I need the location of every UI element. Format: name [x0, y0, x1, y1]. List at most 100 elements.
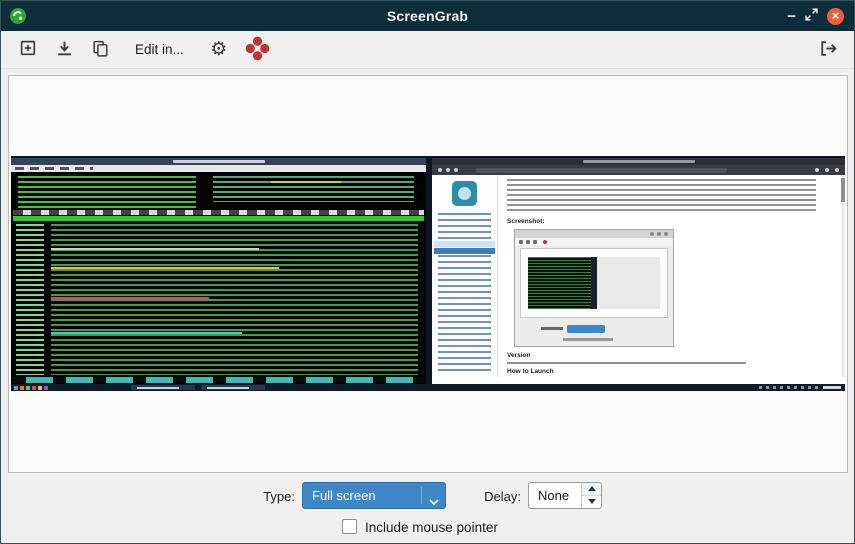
window-title: ScreenGrab [1, 8, 854, 24]
delay-spin-buttons [581, 483, 601, 508]
include-pointer-label: Include mouse pointer [365, 520, 498, 535]
titlebar[interactable]: ScreenGrab − × [1, 1, 854, 31]
htop-pid-column [16, 224, 44, 375]
embedded-type-combobox [567, 325, 605, 333]
chevron-down-icon [429, 493, 439, 511]
embedded-toolbar-icon [526, 240, 530, 244]
delay-label: Delay: [471, 489, 521, 504]
reload-icon [454, 168, 458, 172]
browser-menu-icon [815, 168, 819, 172]
terminal-text-row [51, 248, 259, 250]
embedded-toolbar-icon [533, 240, 537, 244]
lubuntu-manual-logo [452, 181, 477, 206]
embedded-type-label [541, 327, 563, 330]
screenshot-preview: Screenshot: [11, 156, 845, 391]
taskbar-window-label [137, 387, 179, 389]
close-icon: × [832, 9, 840, 22]
embedded-thumbnail-terminal [528, 257, 591, 309]
close-button[interactable]: × [827, 8, 844, 25]
taskbar-window-button [131, 385, 195, 390]
embedded-maximize-icon [657, 232, 661, 236]
screengrab-window: ScreenGrab − × Edit in... ⚙ [0, 0, 855, 544]
delay-spin-down[interactable] [582, 496, 601, 509]
spin-up-icon [588, 486, 596, 491]
settings-button[interactable]: ⚙ [204, 35, 234, 65]
spin-down-icon [588, 499, 596, 504]
sidebar-selected-item [434, 248, 495, 254]
type-label: Type: [253, 489, 295, 504]
lubuntu-manual-logo-inner [458, 187, 471, 200]
page-heading-version: Version [507, 353, 530, 360]
forward-icon [446, 168, 450, 172]
taskbar-tray-icons [759, 386, 819, 389]
htop-column-header [13, 210, 424, 215]
terminal-titlebar [11, 158, 426, 165]
include-pointer-checkbox[interactable] [342, 519, 357, 534]
sidebar-highlighted-item [434, 241, 495, 247]
combo-separator [421, 487, 422, 504]
browser-toolbar [432, 165, 845, 175]
settings-gear-icon: ⚙ [210, 40, 227, 59]
browser-sidebar [432, 175, 498, 377]
browser-titlebar [432, 158, 845, 165]
terminal-text-row [51, 267, 279, 269]
delay-value: None [538, 488, 569, 503]
htop-function-key-bar [13, 377, 424, 383]
embedded-logo-icon [543, 240, 547, 244]
back-icon [438, 168, 442, 172]
save-button[interactable] [49, 35, 79, 65]
terminal-window [11, 158, 426, 384]
preview-area: Screenshot: [8, 75, 848, 473]
browser-menu-icon [835, 168, 839, 172]
embedded-preview-pane [520, 248, 668, 318]
taskbar-app-icons [14, 386, 54, 390]
htop-process-rows [51, 224, 418, 375]
embedded-titlebar [515, 230, 673, 238]
about-screengrab-button[interactable] [240, 34, 276, 66]
terminal-text-row [51, 297, 209, 299]
minimize-button[interactable]: − [787, 9, 796, 24]
embedded-checkbox-row [563, 338, 613, 341]
toolbar: Edit in... ⚙ [1, 31, 854, 69]
embedded-close-icon [664, 232, 668, 236]
htop-load-average [271, 181, 341, 183]
htop-selected-row [13, 216, 424, 221]
page-heading-how-to-launch: How to Launch [507, 369, 554, 376]
type-select-value: Full screen [312, 488, 376, 503]
new-screenshot-icon [19, 39, 38, 61]
page-paragraph [507, 179, 816, 213]
delay-spinbox[interactable]: None [528, 482, 602, 509]
browser-window: Screenshot: [432, 158, 845, 384]
delay-spin-up[interactable] [582, 483, 601, 496]
terminal-title-text [173, 160, 265, 163]
sidebar-toc-links [438, 213, 491, 373]
taskbar-window-button [201, 385, 265, 390]
htop-task-summary [213, 176, 414, 202]
url-bar [476, 168, 727, 173]
screengrab-logo-icon [244, 35, 271, 65]
browser-menu-icon [825, 168, 829, 172]
terminal-text-row [51, 332, 242, 334]
type-select[interactable]: Full screen [302, 482, 446, 509]
page-paragraph [507, 362, 746, 364]
save-icon [55, 39, 74, 61]
taskbar-clock [823, 386, 841, 389]
minimize-icon: − [787, 9, 796, 24]
page-heading-screenshot: Screenshot: [507, 219, 545, 226]
embedded-screengrab-image [514, 229, 674, 347]
taskbar-window-label [207, 387, 249, 389]
desktop-taskbar [11, 384, 845, 391]
copy-button[interactable] [85, 35, 115, 65]
browser-content: Screenshot: [498, 175, 840, 377]
browser-title-text [583, 160, 695, 163]
terminal-menu-items [15, 167, 93, 170]
new-screenshot-button[interactable] [13, 35, 43, 65]
restore-button[interactable] [805, 8, 818, 24]
exit-button[interactable] [812, 35, 842, 65]
browser-scrollbar-thumb [841, 178, 845, 202]
copy-icon [91, 39, 110, 61]
embedded-toolbar [515, 238, 673, 246]
terminal-menubar [11, 165, 426, 172]
terminal-body [11, 172, 426, 384]
edit-in-button[interactable]: Edit in... [121, 35, 198, 65]
